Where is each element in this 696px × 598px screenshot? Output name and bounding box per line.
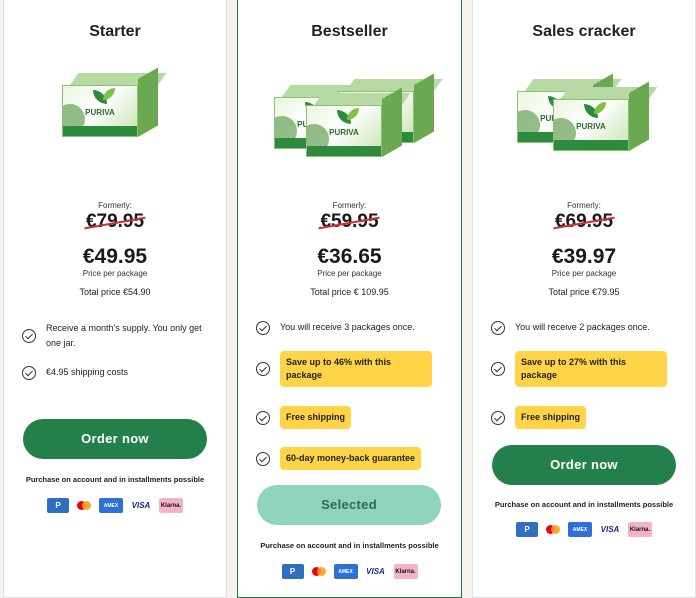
check-circle-icon [22,329,36,343]
feature-item: You will receive 3 packages once. [256,320,447,335]
feature-item: Save up to 46% with this package [256,351,447,387]
pricing-card-starter[interactable]: Starter PURIVA Formerly: €79.95 €49.95 P… [3,0,227,598]
check-circle-icon [22,365,36,380]
visa-icon: VISA [598,522,622,537]
purchase-info: Purchase on account and in installments … [494,500,674,509]
feature-highlight: Save up to 27% with this package [515,351,667,387]
current-price: €39.97 [551,245,617,268]
product-image: PURIVA PURIVA [473,59,695,169]
check-circle-icon [256,320,270,335]
check-circle-icon [256,362,270,376]
klarna-icon: Klarna. [159,498,183,513]
feature-item: €4.95 shipping costs [22,365,212,380]
mastercard-icon [309,564,328,579]
card-title: Sales cracker [532,23,636,40]
feature-highlight: 60-day money-back guarantee [280,447,422,470]
feature-item: Free shipping [256,406,447,429]
current-price: €49.95 [82,245,148,268]
feature-item: 60-day money-back guarantee [256,447,447,470]
check-circle-icon [491,410,505,425]
paypal-icon: P [281,564,304,579]
visa-icon: VISA [363,564,388,579]
total-price: Total price €79.95 [548,287,620,297]
payment-methods: P AMEX VISA Klarna. [238,564,461,579]
feature-text: You will receive 2 packages once. [515,322,650,332]
paypal-icon: P [516,522,538,537]
feature-item: Free shipping [491,406,681,429]
old-price: €69.95 [554,211,614,232]
product-box: PURIVA [306,87,411,161]
total-price: Total price € 109.95 [310,287,389,297]
formerly-label: Formerly: [567,201,601,210]
total-price: Total price €54.90 [79,287,151,297]
paypal-icon: P [47,498,69,513]
check-circle-icon [256,410,270,425]
klarna-icon: Klarna. [393,564,418,579]
pricing-card-sales-cracker[interactable]: Sales cracker PURIVA PURIVA Formerly: €6… [472,0,696,598]
current-price: €36.65 [317,245,382,268]
formerly-label: Formerly: [98,201,132,210]
old-price: €59.95 [320,211,379,232]
feature-item: You will receive 2 packages once. [491,320,681,335]
card-title: Bestseller [311,23,388,40]
feature-highlight: Free shipping [280,406,352,429]
old-price: €79.95 [85,211,145,232]
price-per-package-label: Price per package [317,269,382,278]
purchase-info: Purchase on account and in installments … [25,475,205,484]
mastercard-icon [75,498,93,513]
payment-methods: P AMEX VISA Klarna. [473,522,695,537]
order-now-button[interactable]: Order now [23,419,207,459]
feature-text: €4.95 shipping costs [46,367,129,377]
check-circle-icon [491,320,505,335]
pricing-card-bestseller[interactable]: Bestseller PURIVA PURIVA PURIVA Formerly… [237,0,462,598]
visa-icon: VISA [129,498,153,513]
price-per-package-label: Price per package [551,269,617,278]
selected-button[interactable]: Selected [257,485,441,525]
payment-methods: P AMEX VISA Klarna. [4,498,226,513]
check-circle-icon [491,362,505,376]
amex-icon: AMEX [568,522,592,537]
order-now-button[interactable]: Order now [492,445,676,485]
feature-item: Receive a month's supply. You only get o… [22,321,212,351]
feature-highlight: Save up to 46% with this package [280,351,432,387]
product-image: PURIVA [4,59,226,169]
amex-icon: AMEX [99,498,123,513]
purchase-info: Purchase on account and in installments … [260,541,439,550]
feature-text: Receive a month's supply. You only get o… [46,323,202,348]
feature-highlight: Free shipping [515,406,587,429]
amex-icon: AMEX [333,564,358,579]
formerly-label: Formerly: [332,201,367,210]
feature-item: Save up to 27% with this package [491,351,681,387]
card-title: Starter [89,23,141,40]
check-circle-icon [256,451,270,466]
product-box: PURIVA [62,67,167,141]
product-box: PURIVA [553,81,658,155]
feature-text: You will receive 3 packages once. [280,322,415,332]
price-per-package-label: Price per package [82,269,148,278]
product-image: PURIVA PURIVA PURIVA [238,59,461,169]
klarna-icon: Klarna. [628,522,652,537]
mastercard-icon [544,522,562,537]
